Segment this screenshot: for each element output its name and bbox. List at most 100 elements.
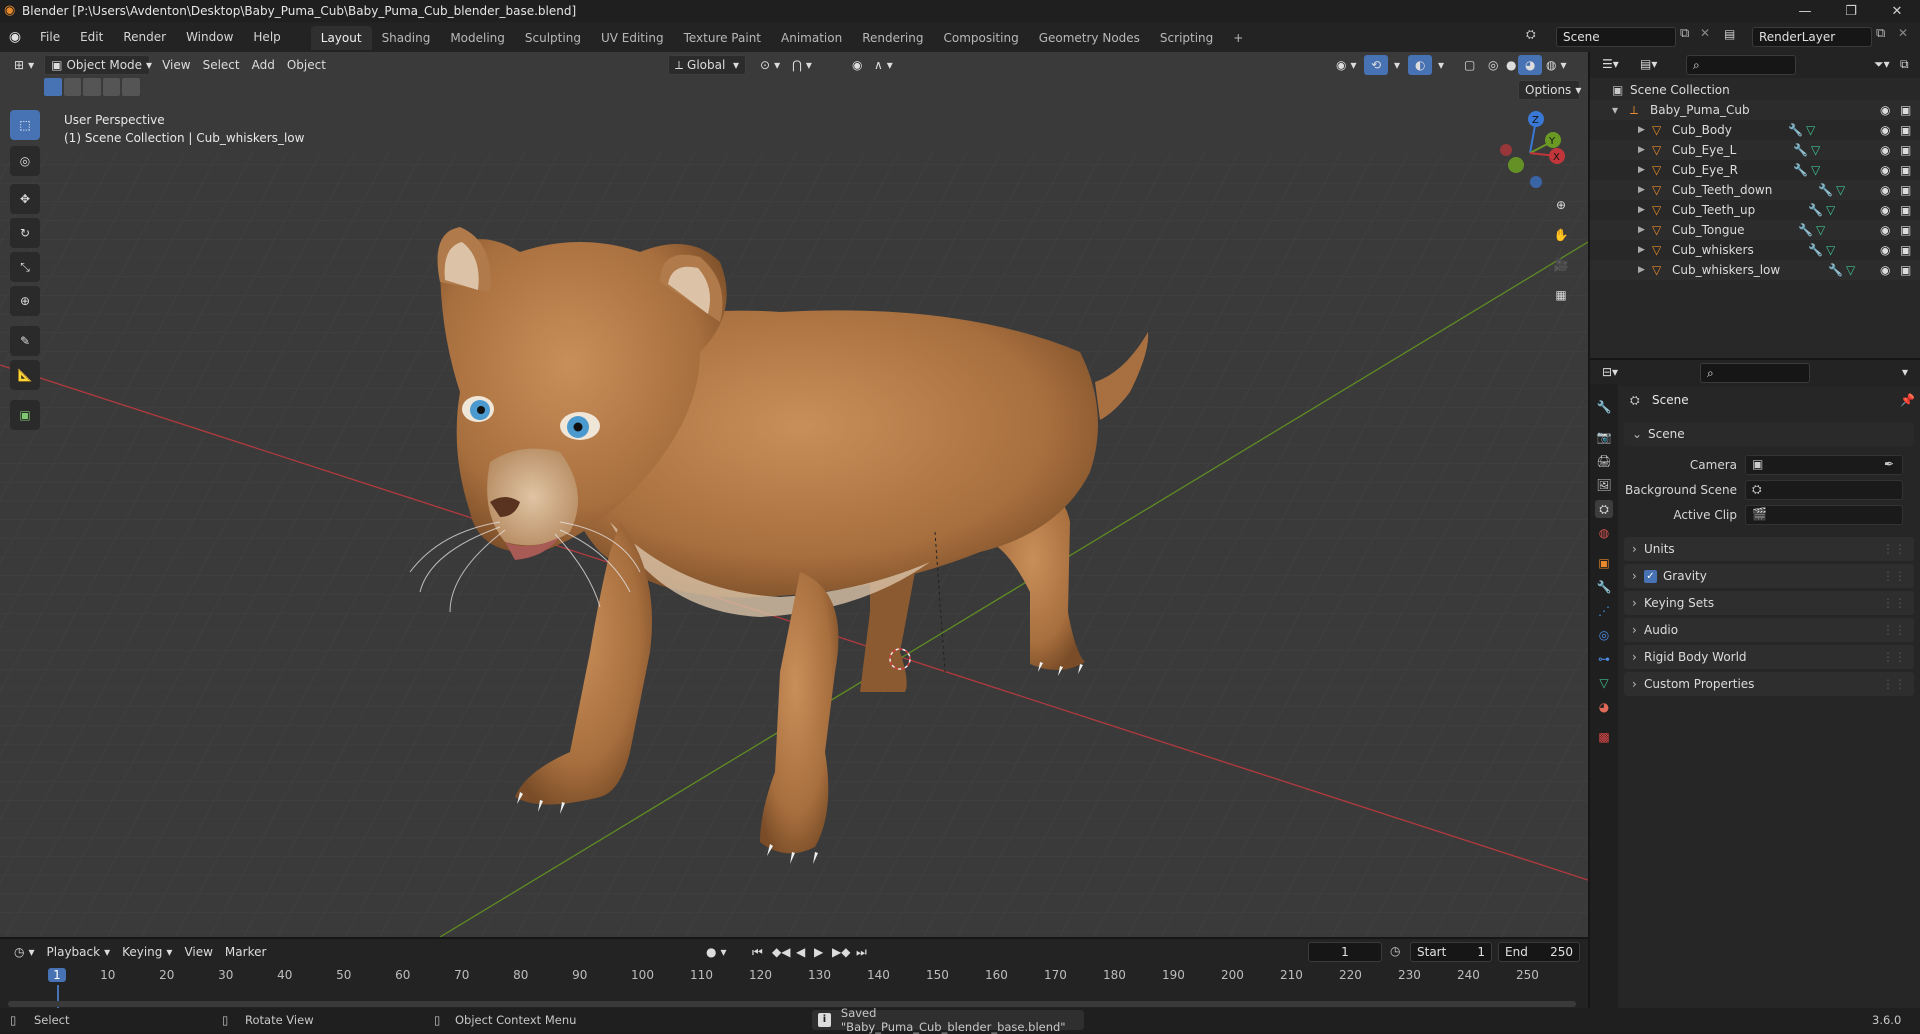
render-camera-icon[interactable]: ▣ [1900, 103, 1911, 117]
menu-select[interactable]: Select [197, 55, 246, 75]
navigation-gizmo[interactable]: Z Y X [1490, 108, 1570, 188]
scene-section-header[interactable]: ⌄ Scene [1624, 422, 1914, 446]
render-camera-icon[interactable]: ▣ [1900, 223, 1911, 237]
tab-shading[interactable]: Shading [372, 26, 441, 50]
modifier-wrench-icon[interactable]: 🔧 [1793, 163, 1808, 177]
disclosure-closed-icon[interactable]: ▶ [1638, 245, 1652, 255]
properties-panel-header[interactable]: › Rigid Body World ⋮⋮ [1624, 645, 1914, 669]
render-camera-icon[interactable]: ▣ [1900, 203, 1911, 217]
delete-view-layer-icon[interactable]: ✕ [1898, 26, 1908, 40]
outliner-row-object[interactable]: ▶ ▽ Cub_Eye_L 🔧 ▽ ◉ ▣ [1590, 140, 1920, 160]
rendered-shading[interactable]: ◍ ▾ [1540, 55, 1573, 75]
delete-scene-icon[interactable]: ✕ [1700, 26, 1710, 40]
tab-sculpting[interactable]: Sculpting [515, 26, 591, 50]
eye-icon[interactable]: ◉ [1880, 203, 1890, 217]
minimize-button[interactable]: — [1782, 0, 1828, 22]
add-cube-tool[interactable]: ▣ [10, 400, 40, 430]
material-tab-icon[interactable]: ◕ [1595, 698, 1613, 716]
outliner-row-object[interactable]: ▶ ▽ Cub_Eye_R 🔧 ▽ ◉ ▣ [1590, 160, 1920, 180]
new-view-layer-icon[interactable]: ⧉ [1876, 26, 1885, 41]
menu-help[interactable]: Help [243, 22, 290, 52]
scene-selector[interactable]: Scene [1556, 27, 1676, 47]
eye-icon[interactable]: ◉ [1880, 243, 1890, 257]
physics-tab-icon[interactable]: ◎ [1595, 626, 1613, 644]
camera-view-button[interactable]: 🎥 [1548, 252, 1574, 278]
outliner-row-object[interactable]: ▶ ▽ Cub_whiskers_low 🔧 ▽ ◉ ▣ [1590, 260, 1920, 280]
falloff-button[interactable]: ∧ ▾ [868, 55, 899, 75]
outliner-row-object[interactable]: ▶ ▽ Cub_Body 🔧 ▽ ◉ ▣ [1590, 120, 1920, 140]
gravity-checkbox[interactable]: ✓ [1644, 569, 1657, 583]
auto-keying-button[interactable]: ● ▾ [700, 942, 733, 962]
disclosure-closed-icon[interactable]: ▶ [1638, 185, 1652, 195]
eye-icon[interactable]: ◉ [1880, 123, 1890, 137]
menu-file[interactable]: File [30, 22, 70, 52]
disclosure-closed-icon[interactable]: ▶ [1638, 165, 1652, 175]
scene-tab-icon[interactable]: ⛭ [1595, 500, 1613, 518]
drag-handle-icon[interactable]: ⋮⋮ [1882, 596, 1906, 610]
disclosure-closed-icon[interactable]: ▶ [1638, 125, 1652, 135]
mesh-data-icon[interactable]: ▽ [1816, 223, 1825, 237]
select-subtract-icon[interactable] [83, 78, 101, 96]
render-camera-icon[interactable]: ▣ [1900, 163, 1911, 177]
mesh-data-icon[interactable]: ▽ [1846, 263, 1855, 277]
menu-view[interactable]: View [178, 942, 218, 962]
mesh-data-icon[interactable]: ▽ [1826, 203, 1835, 217]
transform-orientation-selector[interactable]: ⟂ Global ▾ [668, 55, 746, 75]
scene-icon[interactable]: ⛭ [1526, 27, 1536, 42]
view-layer-selector[interactable]: RenderLayer [1752, 27, 1872, 47]
menu-view[interactable]: View [156, 55, 196, 75]
view-layer-tab-icon[interactable]: 🖼 [1595, 476, 1613, 494]
editor-type-button[interactable]: ⊞ ▾ [8, 55, 40, 75]
modifier-wrench-icon[interactable]: 🔧 [1828, 263, 1843, 277]
overlay-toggle[interactable]: ◐ [1408, 55, 1433, 75]
tab-texture-paint[interactable]: Texture Paint [674, 26, 771, 50]
rotate-tool[interactable]: ↻ [10, 218, 40, 248]
scale-tool[interactable]: ⤡ [10, 252, 40, 282]
drag-handle-icon[interactable]: ⋮⋮ [1882, 650, 1906, 664]
tab-compositing[interactable]: Compositing [933, 26, 1028, 50]
render-camera-icon[interactable]: ▣ [1900, 143, 1911, 157]
modifier-wrench-icon[interactable]: 🔧 [1793, 143, 1808, 157]
chevron-down-icon[interactable]: ▾ [1902, 365, 1908, 379]
visibility-button[interactable]: ◉ ▾ [1330, 55, 1363, 75]
eye-icon[interactable]: ◉ [1880, 103, 1890, 117]
measure-tool[interactable]: 📐 [10, 360, 40, 390]
properties-panel-header[interactable]: › Audio ⋮⋮ [1624, 618, 1914, 642]
move-tool[interactable]: ✥ [10, 184, 40, 214]
timeline-editor-type[interactable]: ◷ ▾ [8, 942, 41, 962]
mesh-data-icon[interactable]: ▽ [1806, 123, 1815, 137]
drag-handle-icon[interactable]: ⋮⋮ [1882, 569, 1906, 583]
modifier-wrench-icon[interactable]: 🔧 [1818, 183, 1833, 197]
pan-button[interactable]: ✋ [1548, 222, 1574, 248]
modifier-wrench-icon[interactable]: 🔧 [1798, 223, 1813, 237]
mesh-data-icon[interactable]: ▽ [1811, 143, 1820, 157]
world-tab-icon[interactable]: ◍ [1595, 524, 1613, 542]
properties-editor-type-icon[interactable]: ⊟▾ [1602, 365, 1618, 379]
disclosure-closed-icon[interactable]: ▶ [1638, 225, 1652, 235]
modifier-wrench-icon[interactable]: 🔧 [1808, 243, 1823, 257]
texture-tab-icon[interactable]: ▩ [1595, 728, 1613, 746]
menu-edit[interactable]: Edit [70, 22, 113, 52]
menu-playback[interactable]: Playback ▾ [41, 942, 117, 962]
ortho-toggle-button[interactable]: ▦ [1548, 282, 1574, 308]
outliner-row-object[interactable]: ▶ ▽ Cub_whiskers 🔧 ▽ ◉ ▣ [1590, 240, 1920, 260]
mesh-data-icon[interactable]: ▽ [1836, 183, 1845, 197]
overlay-menu[interactable]: ▾ [1432, 55, 1450, 75]
modifier-wrench-icon[interactable]: 🔧 [1808, 203, 1823, 217]
eye-icon[interactable]: ◉ [1880, 163, 1890, 177]
tab-modeling[interactable]: Modeling [440, 26, 515, 50]
mode-selector[interactable]: ▣ Object Mode ▾ [44, 55, 152, 75]
filter-icon[interactable]: ⏷▾ [1874, 57, 1890, 72]
close-button[interactable]: ✕ [1874, 0, 1920, 22]
timeline-scrollbar[interactable] [8, 1001, 1576, 1007]
tab-animation[interactable]: Animation [771, 26, 852, 50]
disclosure-closed-icon[interactable]: ▶ [1638, 205, 1652, 215]
cursor-tool[interactable]: ◎ [10, 146, 40, 176]
xray-toggle[interactable]: ▢ [1458, 55, 1481, 75]
menu-window[interactable]: Window [176, 22, 243, 52]
constraints-tab-icon[interactable]: ⊶ [1595, 650, 1613, 668]
new-collection-icon[interactable]: ⧉ [1900, 57, 1909, 72]
output-tab-icon[interactable]: 🖨 [1595, 452, 1613, 470]
properties-panel-header[interactable]: › Custom Properties ⋮⋮ [1624, 672, 1914, 696]
preview-range-icon[interactable]: ◷ [1390, 944, 1400, 958]
